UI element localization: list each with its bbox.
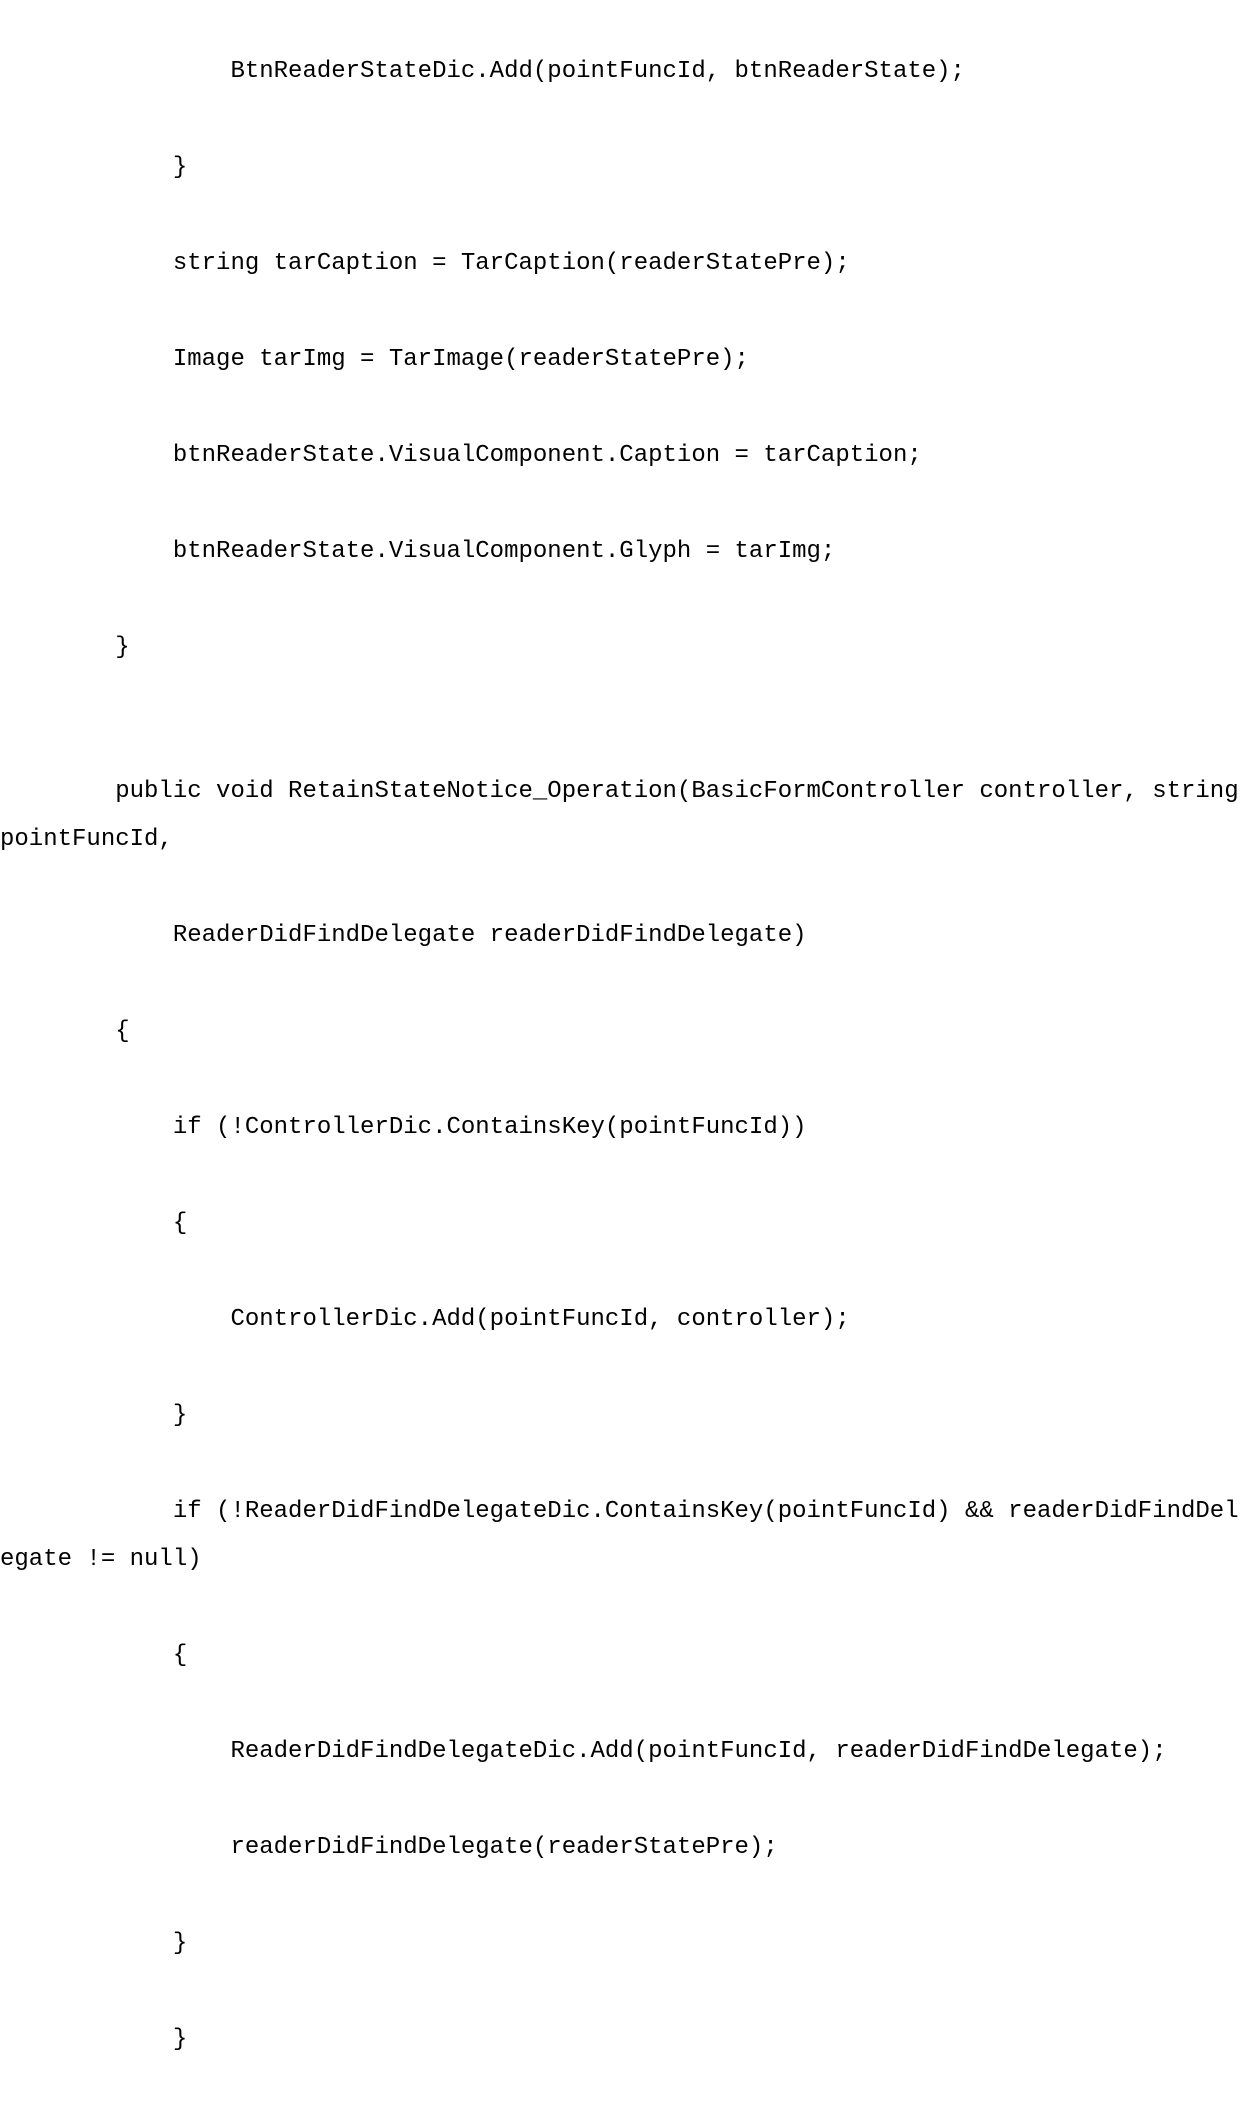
code-line: {: [0, 1200, 1240, 1248]
code-line: ReaderDidFindDelegateDic.Add(pointFuncId…: [0, 1728, 1240, 1776]
code-block: BtnReaderStateDic.Add(pointFuncId, btnRe…: [0, 0, 1240, 2112]
code-line: }: [0, 1392, 1240, 1440]
code-line: string tarCaption = TarCaption(readerSta…: [0, 240, 1240, 288]
code-line: if (!ControllerDic.ContainsKey(pointFunc…: [0, 1104, 1240, 1152]
code-line: }: [0, 624, 1240, 672]
code-line: ReaderDidFindDelegate readerDidFindDeleg…: [0, 912, 1240, 960]
code-line: ControllerDic.Add(pointFuncId, controlle…: [0, 1296, 1240, 1344]
code-line: if (!ReaderDidFindDelegateDic.ContainsKe…: [0, 1488, 1240, 1584]
code-line: {: [0, 1632, 1240, 1680]
code-line: readerDidFindDelegate(readerStatePre);: [0, 1824, 1240, 1872]
code-line: }: [0, 1920, 1240, 1968]
code-line: public void RetainStateNotice_Operation(…: [0, 768, 1240, 864]
code-line: btnReaderState.VisualComponent.Glyph = t…: [0, 528, 1240, 576]
code-line: }: [0, 2016, 1240, 2064]
code-line: BtnReaderStateDic.Add(pointFuncId, btnRe…: [0, 48, 1240, 96]
code-line: Image tarImg = TarImage(readerStatePre);: [0, 336, 1240, 384]
code-line: }: [0, 144, 1240, 192]
code-line: btnReaderState.VisualComponent.Caption =…: [0, 432, 1240, 480]
code-line: {: [0, 1008, 1240, 1056]
